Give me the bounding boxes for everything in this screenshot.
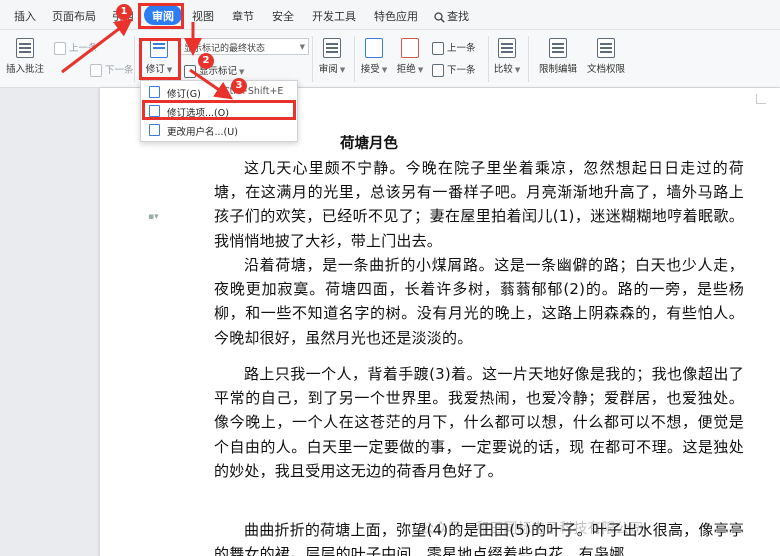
show-markup-icon bbox=[184, 65, 196, 78]
reject-label: 拒绝 bbox=[396, 64, 416, 75]
prev-comment-button[interactable]: 上一条 bbox=[54, 40, 98, 55]
prev-change-button[interactable]: 上一条 bbox=[432, 40, 476, 55]
chevron-down-icon: ▼ bbox=[381, 66, 388, 74]
next-comment-icon bbox=[90, 64, 102, 77]
compare-button[interactable]: 比较 ▼ bbox=[492, 38, 522, 75]
ribbon-separator bbox=[312, 36, 313, 82]
review-pane-button[interactable]: 审阅 ▼ bbox=[316, 38, 348, 75]
markup-state-select[interactable]: 显示标记的最终状态 ▼ bbox=[179, 38, 309, 55]
insert-comment-button[interactable]: 插入批注 bbox=[4, 38, 46, 75]
watermark: 公众号 · 和田同标电子科技有限公司 bbox=[420, 521, 644, 537]
review-ribbon: 插入批注 上一条 下一条 修订 ▼ 显示标记的最终状态 ▼ 显示标记 ▼ 审阅 ▼ bbox=[0, 30, 780, 88]
highlight-revision-options bbox=[142, 100, 296, 120]
user-icon bbox=[149, 124, 160, 136]
chevron-down-icon: ▼ bbox=[417, 66, 424, 74]
accept-icon bbox=[365, 38, 383, 58]
restrict-editing-icon bbox=[549, 38, 567, 58]
tab-chapter[interactable]: 章节 bbox=[232, 8, 254, 24]
reject-button[interactable]: 拒绝 ▼ bbox=[394, 38, 426, 75]
wps-writer-window: 插入 页面布局 引用 审阅 视图 章节 安全 开发工具 特色应用 查找 插入批注… bbox=[0, 0, 780, 556]
document-canvas: 荷塘月色 ▪▾ 这几天心里颇不宁静。今晚在院子里坐着乘凉，忽然想起日日走过的荷塘… bbox=[0, 88, 780, 556]
chevron-down-icon: ▼ bbox=[339, 66, 346, 74]
prev-comment-icon bbox=[54, 42, 66, 55]
menu-item-label: 更改用户名...(U) bbox=[167, 127, 238, 138]
page-corner-mark bbox=[756, 94, 766, 104]
ribbon-separator bbox=[528, 36, 529, 82]
comment-icon bbox=[16, 38, 34, 58]
paragraph-3: 路上只我一个人，背着手踱(3)着。这一片天地好像是我的；我也像超出了平常的自己，… bbox=[214, 365, 744, 480]
document-permissions-icon bbox=[597, 38, 615, 58]
review-pane-icon bbox=[323, 38, 341, 58]
restrict-editing-button[interactable]: 限制编辑 bbox=[536, 38, 580, 75]
step-badge-3: 3 bbox=[231, 78, 247, 94]
highlight-track-changes-button bbox=[139, 38, 181, 80]
next-comment-label: 下一条 bbox=[105, 65, 134, 76]
document-permissions-button[interactable]: 文档权限 bbox=[584, 38, 628, 75]
insert-comment-label: 插入批注 bbox=[5, 64, 44, 75]
tab-find-label: 查找 bbox=[447, 10, 469, 23]
highlight-review-tab bbox=[138, 3, 184, 29]
tab-special-apps[interactable]: 特色应用 bbox=[374, 8, 418, 24]
prev-change-icon bbox=[432, 42, 444, 55]
tab-insert[interactable]: 插入 bbox=[14, 8, 36, 24]
ribbon-separator bbox=[354, 36, 355, 82]
tab-developer-tools[interactable]: 开发工具 bbox=[312, 8, 356, 24]
next-change-button[interactable]: 下一条 bbox=[432, 62, 476, 77]
step-badge-2: 2 bbox=[198, 53, 214, 69]
reject-icon bbox=[401, 38, 419, 58]
ribbon-separator bbox=[488, 36, 489, 82]
paragraph-1: 这几天心里颇不宁静。今晚在院子里坐着乘凉，忽然想起日日走过的荷塘，在这满月的光里… bbox=[214, 159, 744, 250]
document-permissions-label: 文档权限 bbox=[586, 64, 625, 75]
next-change-icon bbox=[432, 64, 444, 77]
show-markup-button[interactable]: 显示标记 ▼ bbox=[184, 63, 244, 78]
prev-comment-label: 上一条 bbox=[69, 43, 98, 54]
tab-security[interactable]: 安全 bbox=[272, 8, 294, 24]
chevron-down-icon: ▼ bbox=[514, 66, 521, 74]
search-icon bbox=[434, 11, 445, 23]
compare-icon bbox=[498, 38, 516, 58]
markup-state-value: 显示标记的最终状态 bbox=[184, 44, 266, 54]
paragraph-marker-icon: ▪▾ bbox=[148, 212, 159, 222]
tab-find[interactable]: 查找 bbox=[434, 8, 469, 24]
restrict-editing-label: 限制编辑 bbox=[538, 64, 577, 75]
next-change-label: 下一条 bbox=[447, 65, 476, 76]
accept-button[interactable]: 接受 ▼ bbox=[358, 38, 390, 75]
compare-label: 比较 bbox=[493, 64, 513, 75]
step-badge-1: 1 bbox=[116, 4, 132, 20]
chevron-down-icon: ▼ bbox=[299, 43, 305, 51]
menu-item-change-username[interactable]: 更改用户名...(U) bbox=[143, 121, 295, 140]
accept-label: 接受 bbox=[360, 64, 380, 75]
paragraph-2: 沿着荷塘，是一条曲折的小煤屑路。这是一条幽僻的路；白天也少人走，夜晚更加寂寞。荷… bbox=[214, 256, 744, 347]
menu-item-label: 修订(G) bbox=[167, 89, 201, 100]
review-pane-label: 审阅 bbox=[318, 64, 338, 75]
document-title: 荷塘月色 bbox=[340, 136, 398, 152]
next-comment-button[interactable]: 下一条 bbox=[90, 62, 134, 77]
prev-change-label: 上一条 bbox=[447, 43, 476, 54]
track-changes-icon bbox=[149, 86, 160, 98]
tab-page-layout[interactable]: 页面布局 bbox=[52, 8, 96, 24]
ribbon-separator bbox=[134, 36, 135, 82]
tab-view[interactable]: 视图 bbox=[192, 8, 214, 24]
chevron-down-icon: ▼ bbox=[239, 68, 245, 76]
